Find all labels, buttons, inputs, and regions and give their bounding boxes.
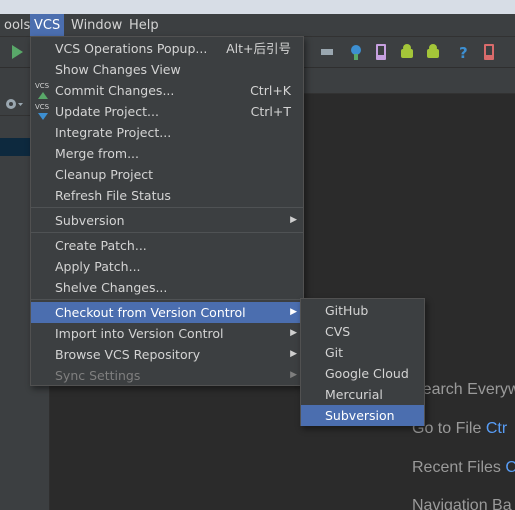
project-tree-selected-row[interactable] bbox=[0, 138, 30, 156]
android-sdk-icon[interactable] bbox=[398, 43, 416, 61]
hint-recent-files: Recent Files C bbox=[412, 459, 515, 476]
vcs-update-icon: VCS bbox=[35, 103, 50, 120]
submenu-item-subversion[interactable]: Subversion bbox=[301, 405, 424, 426]
menu-item-browse-vcs-repository[interactable]: Browse VCS Repository ▶ bbox=[31, 344, 303, 365]
window-title-strip bbox=[0, 0, 515, 14]
menu-item-vcs-operations-popup[interactable]: VCS Operations Popup... Alt+后引号 bbox=[31, 38, 303, 59]
svg-text:VCS: VCS bbox=[35, 82, 50, 90]
menu-separator bbox=[31, 207, 303, 208]
help-icon[interactable]: ? bbox=[455, 43, 473, 61]
menu-item-subversion[interactable]: Subversion ▶ bbox=[31, 210, 303, 231]
menu-item-show-changes-view[interactable]: Show Changes View bbox=[31, 59, 303, 80]
shortcut-vcs-operations-popup: Alt+后引号 bbox=[226, 41, 291, 56]
hint-recent-files-shortcut: C bbox=[505, 459, 515, 476]
menu-item-update-project[interactable]: VCS Update Project... Ctrl+T bbox=[31, 101, 303, 122]
sync-icon[interactable] bbox=[347, 43, 365, 61]
vcs-menu: VCS Operations Popup... Alt+后引号 Show Cha… bbox=[30, 36, 304, 386]
submenu-arrow-icon: ▶ bbox=[290, 328, 297, 338]
vcs-commit-icon: VCS bbox=[35, 82, 50, 99]
submenu-arrow-icon: ▶ bbox=[290, 370, 297, 380]
run-icon[interactable] bbox=[8, 43, 26, 61]
device-icon[interactable] bbox=[372, 43, 390, 61]
menu-separator bbox=[31, 299, 303, 300]
menu-item-shelve-changes[interactable]: Shelve Changes... bbox=[31, 277, 303, 298]
menu-item-integrate-project[interactable]: Integrate Project... bbox=[31, 122, 303, 143]
menu-item-apply-patch[interactable]: Apply Patch... bbox=[31, 256, 303, 277]
submenu-item-github[interactable]: GitHub bbox=[301, 300, 424, 321]
menu-item-commit-changes[interactable]: VCS Commit Changes... Ctrl+K bbox=[31, 80, 303, 101]
menu-window[interactable]: Window bbox=[67, 14, 126, 37]
menu-help[interactable]: Help bbox=[125, 14, 163, 37]
hint-go-to-file: Go to File Ctr bbox=[412, 420, 508, 437]
hint-search-everywhere: Search Everyw bbox=[412, 381, 515, 398]
settings-icon[interactable] bbox=[318, 43, 336, 61]
android-icon[interactable] bbox=[424, 43, 442, 61]
submenu-item-git[interactable]: Git bbox=[301, 342, 424, 363]
shortcut-update-project: Ctrl+T bbox=[250, 104, 291, 119]
menu-item-cleanup-project[interactable]: Cleanup Project bbox=[31, 164, 303, 185]
submenu-item-google-cloud[interactable]: Google Cloud bbox=[301, 363, 424, 384]
gear-icon[interactable] bbox=[4, 97, 24, 111]
submenu-item-mercurial[interactable]: Mercurial bbox=[301, 384, 424, 405]
menu-item-sync-settings: Sync Settings ▶ bbox=[31, 365, 303, 386]
hint-go-to-file-shortcut: Ctr bbox=[485, 420, 508, 437]
svg-text:?: ? bbox=[459, 44, 468, 61]
menu-vcs[interactable]: VCS bbox=[30, 14, 65, 37]
menu-item-create-patch[interactable]: Create Patch... bbox=[31, 235, 303, 256]
submenu-arrow-icon: ▶ bbox=[290, 307, 297, 317]
submenu-item-cvs[interactable]: CVS bbox=[301, 321, 424, 342]
hint-navigation-bar: Navigation Ba bbox=[412, 497, 512, 510]
device-monitor-icon[interactable] bbox=[480, 43, 498, 61]
menu-separator bbox=[31, 232, 303, 233]
shortcut-commit-changes: Ctrl+K bbox=[250, 83, 291, 98]
main-menubar: ools VCS Window Help bbox=[0, 14, 515, 37]
menu-item-refresh-file-status[interactable]: Refresh File Status bbox=[31, 185, 303, 206]
menu-item-merge-from[interactable]: Merge from... bbox=[31, 143, 303, 164]
menu-item-import-into-version-control[interactable]: Import into Version Control ▶ bbox=[31, 323, 303, 344]
submenu-arrow-icon: ▶ bbox=[290, 349, 297, 359]
menu-item-checkout-from-version-control[interactable]: Checkout from Version Control ▶ bbox=[31, 302, 303, 323]
svg-text:VCS: VCS bbox=[35, 103, 50, 111]
submenu-arrow-icon: ▶ bbox=[290, 215, 297, 225]
checkout-submenu: GitHub CVS Git Google Cloud Mercurial Su… bbox=[300, 298, 425, 426]
